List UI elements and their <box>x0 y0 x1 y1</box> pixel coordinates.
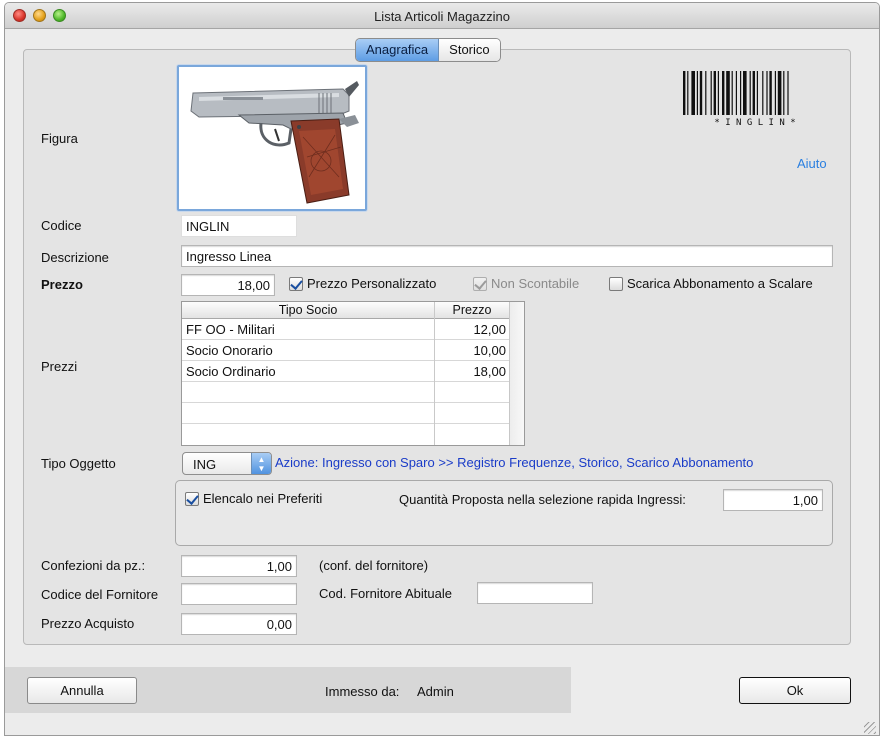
column-divider <box>434 302 435 445</box>
prezzi-label: Prezzi <box>41 359 78 374</box>
prezzo-cell: 12,00 <box>473 322 506 337</box>
prezzo-acquisto-label: Prezzo Acquisto <box>41 616 135 631</box>
table-row[interactable] <box>182 403 510 424</box>
prezzi-table[interactable]: Tipo Socio Prezzo FF OO - Militari 12,00… <box>181 301 525 446</box>
non-scontabile-label: Non Scontabile <box>491 276 580 291</box>
prezzo-personalizzato-checkbox[interactable] <box>289 277 303 291</box>
table-row[interactable]: Socio Ordinario 18,00 <box>182 361 510 382</box>
tab-anagrafica[interactable]: Anagrafica <box>356 39 440 61</box>
scarica-abbonamento-label: Scarica Abbonamento a Scalare <box>627 276 813 291</box>
codice-label: Codice <box>41 218 82 233</box>
figura-label: Figura <box>41 131 78 146</box>
aiuto-link[interactable]: Aiuto <box>797 156 827 171</box>
cod-fornitore-abituale-field[interactable] <box>477 582 593 604</box>
prezzo-field[interactable]: 18,00 <box>181 274 275 296</box>
resize-grip-icon[interactable] <box>864 722 876 734</box>
prezzo-label: Prezzo <box>41 277 83 292</box>
tab-storico[interactable]: Storico <box>439 39 500 61</box>
ok-button[interactable]: Ok <box>739 677 851 704</box>
window-title: Lista Articoli Magazzino <box>374 9 510 24</box>
tipo-oggetto-select[interactable]: ING ▲ ▼ <box>182 452 272 475</box>
prezzo-cell: 10,00 <box>473 343 506 358</box>
elencalo-preferiti-label: Elencalo nei Preferiti <box>203 491 323 506</box>
tipo-socio-cell: FF OO - Militari <box>186 322 275 337</box>
barcode-text: * I N G L I N * <box>714 118 795 127</box>
pistol-image <box>179 67 365 209</box>
scarica-abbonamento-checkbox[interactable] <box>609 277 623 291</box>
immesso-da-label: Immesso da: <box>325 684 400 699</box>
tipo-oggetto-label: Tipo Oggetto <box>41 456 116 471</box>
tipo-socio-cell: Socio Ordinario <box>186 364 276 379</box>
table-row[interactable]: Socio Onorario 10,00 <box>182 340 510 361</box>
quantita-proposta-label: Quantità Proposta nella selezione rapida… <box>399 492 686 507</box>
table-row[interactable] <box>182 382 510 403</box>
prezzo-cell: 18,00 <box>473 364 506 379</box>
app-window: Lista Articoli Magazzino Anagrafica Stor… <box>4 2 880 736</box>
codice-fornitore-label: Codice del Fornitore <box>41 587 159 602</box>
title-bar[interactable]: Lista Articoli Magazzino <box>5 3 879 29</box>
azione-text: Azione: Ingresso con Sparo >> Registro F… <box>275 455 754 470</box>
annulla-button[interactable]: Annulla <box>27 677 137 704</box>
tipo-oggetto-value: ING <box>193 457 217 472</box>
table-header: Tipo Socio Prezzo <box>182 302 510 319</box>
quantita-proposta-field[interactable]: 1,00 <box>723 489 823 511</box>
elencalo-preferiti-checkbox[interactable] <box>185 492 199 506</box>
conf-fornitore-note: (conf. del fornitore) <box>319 558 429 573</box>
confezioni-field[interactable]: 1,00 <box>181 555 297 577</box>
immesso-da-value: Admin <box>417 684 454 699</box>
article-image[interactable] <box>177 65 367 211</box>
select-arrows-icon: ▲ ▼ <box>251 453 271 474</box>
footer-bar: Annulla Immesso da: Admin Ok <box>5 667 879 735</box>
cod-fornitore-abituale-label: Cod. Fornitore Abituale <box>319 586 452 601</box>
descrizione-field[interactable]: Ingresso Linea <box>181 245 833 267</box>
table-scrollbar[interactable] <box>509 302 524 445</box>
barcode-image: * I N G L I N * <box>683 71 796 127</box>
tab-bar: Anagrafica Storico <box>355 38 501 62</box>
confezioni-label: Confezioni da pz.: <box>41 558 146 573</box>
prezzo-personalizzato-label: Prezzo Personalizzato <box>307 276 437 291</box>
non-scontabile-checkbox[interactable] <box>473 277 487 291</box>
codice-fornitore-field[interactable] <box>181 583 297 605</box>
column-header-prezzo[interactable]: Prezzo <box>434 303 510 317</box>
tipo-socio-cell: Socio Onorario <box>186 343 273 358</box>
table-row[interactable] <box>182 424 510 445</box>
column-header-tipo-socio[interactable]: Tipo Socio <box>182 303 434 317</box>
codice-field[interactable]: INGLIN <box>181 215 297 237</box>
table-row[interactable]: FF OO - Militari 12,00 <box>182 319 510 340</box>
descrizione-label: Descrizione <box>41 250 109 265</box>
prezzo-acquisto-field[interactable]: 0,00 <box>181 613 297 635</box>
